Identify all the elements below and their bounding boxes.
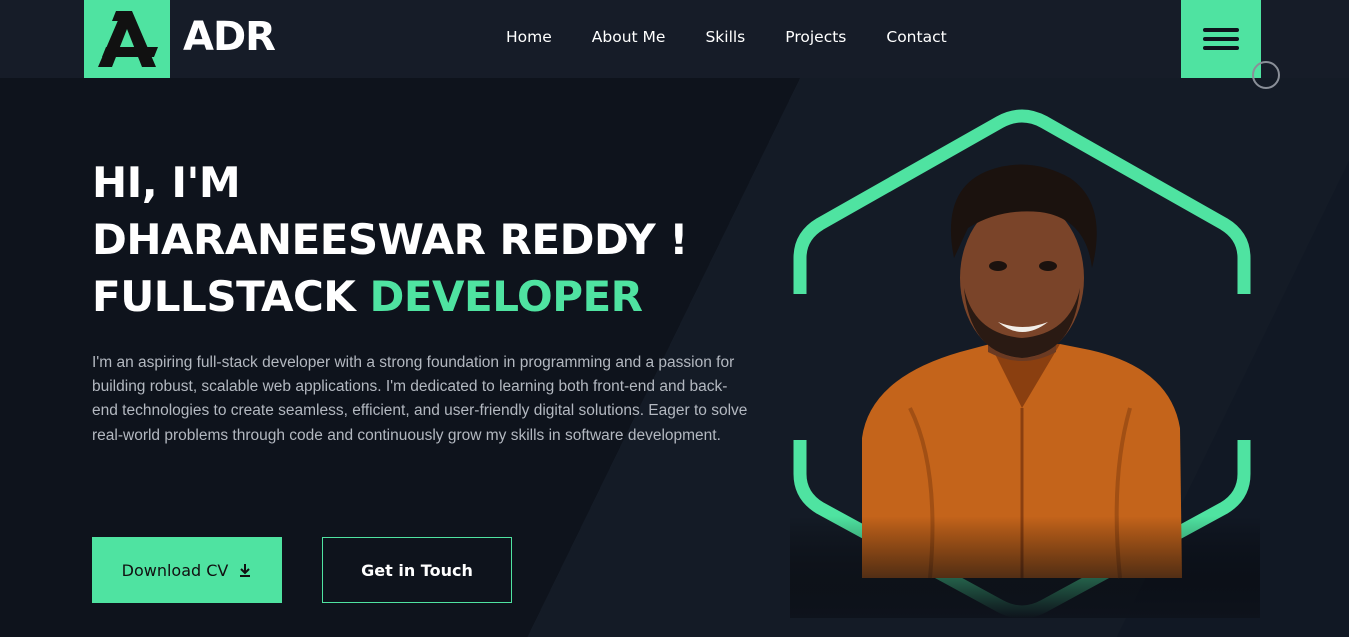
nav-skills[interactable]: Skills xyxy=(705,28,745,46)
nav-about[interactable]: About Me xyxy=(592,28,666,46)
cursor-ring-icon xyxy=(1252,61,1280,89)
download-cv-button[interactable]: Download CV xyxy=(92,537,282,603)
hero-heading: HI, I'M DHARANEESWAR REDDY ! FULLSTACK D… xyxy=(92,154,688,325)
hero-line-3: FULLSTACK DEVELOPER xyxy=(92,268,688,325)
nav-contact[interactable]: Contact xyxy=(886,28,946,46)
download-icon xyxy=(240,564,251,577)
nav-projects[interactable]: Projects xyxy=(785,28,846,46)
main-nav: Home About Me Skills Projects Contact xyxy=(506,28,947,46)
hero-line-1: HI, I'M xyxy=(92,158,241,207)
get-in-touch-button[interactable]: Get in Touch xyxy=(322,537,512,603)
hero-description: I'm an aspiring full-stack developer wit… xyxy=(92,354,748,444)
logo-mark[interactable] xyxy=(84,0,170,78)
download-cv-label: Download CV xyxy=(121,560,229,580)
get-in-touch-label: Get in Touch xyxy=(361,560,473,580)
hero-role: FULLSTACK xyxy=(92,272,356,321)
profile-portrait xyxy=(790,108,1260,618)
hero-role-accent: DEVELOPER xyxy=(369,272,643,321)
hamburger-menu-icon[interactable] xyxy=(1181,0,1261,78)
hero-line-2: DHARANEESWAR REDDY ! xyxy=(92,215,688,264)
site-header: ADR Home About Me Skills Projects Contac… xyxy=(0,0,1349,78)
logo-text[interactable]: ADR xyxy=(183,14,276,60)
nav-home[interactable]: Home xyxy=(506,28,552,46)
logo-a-icon xyxy=(98,11,158,67)
